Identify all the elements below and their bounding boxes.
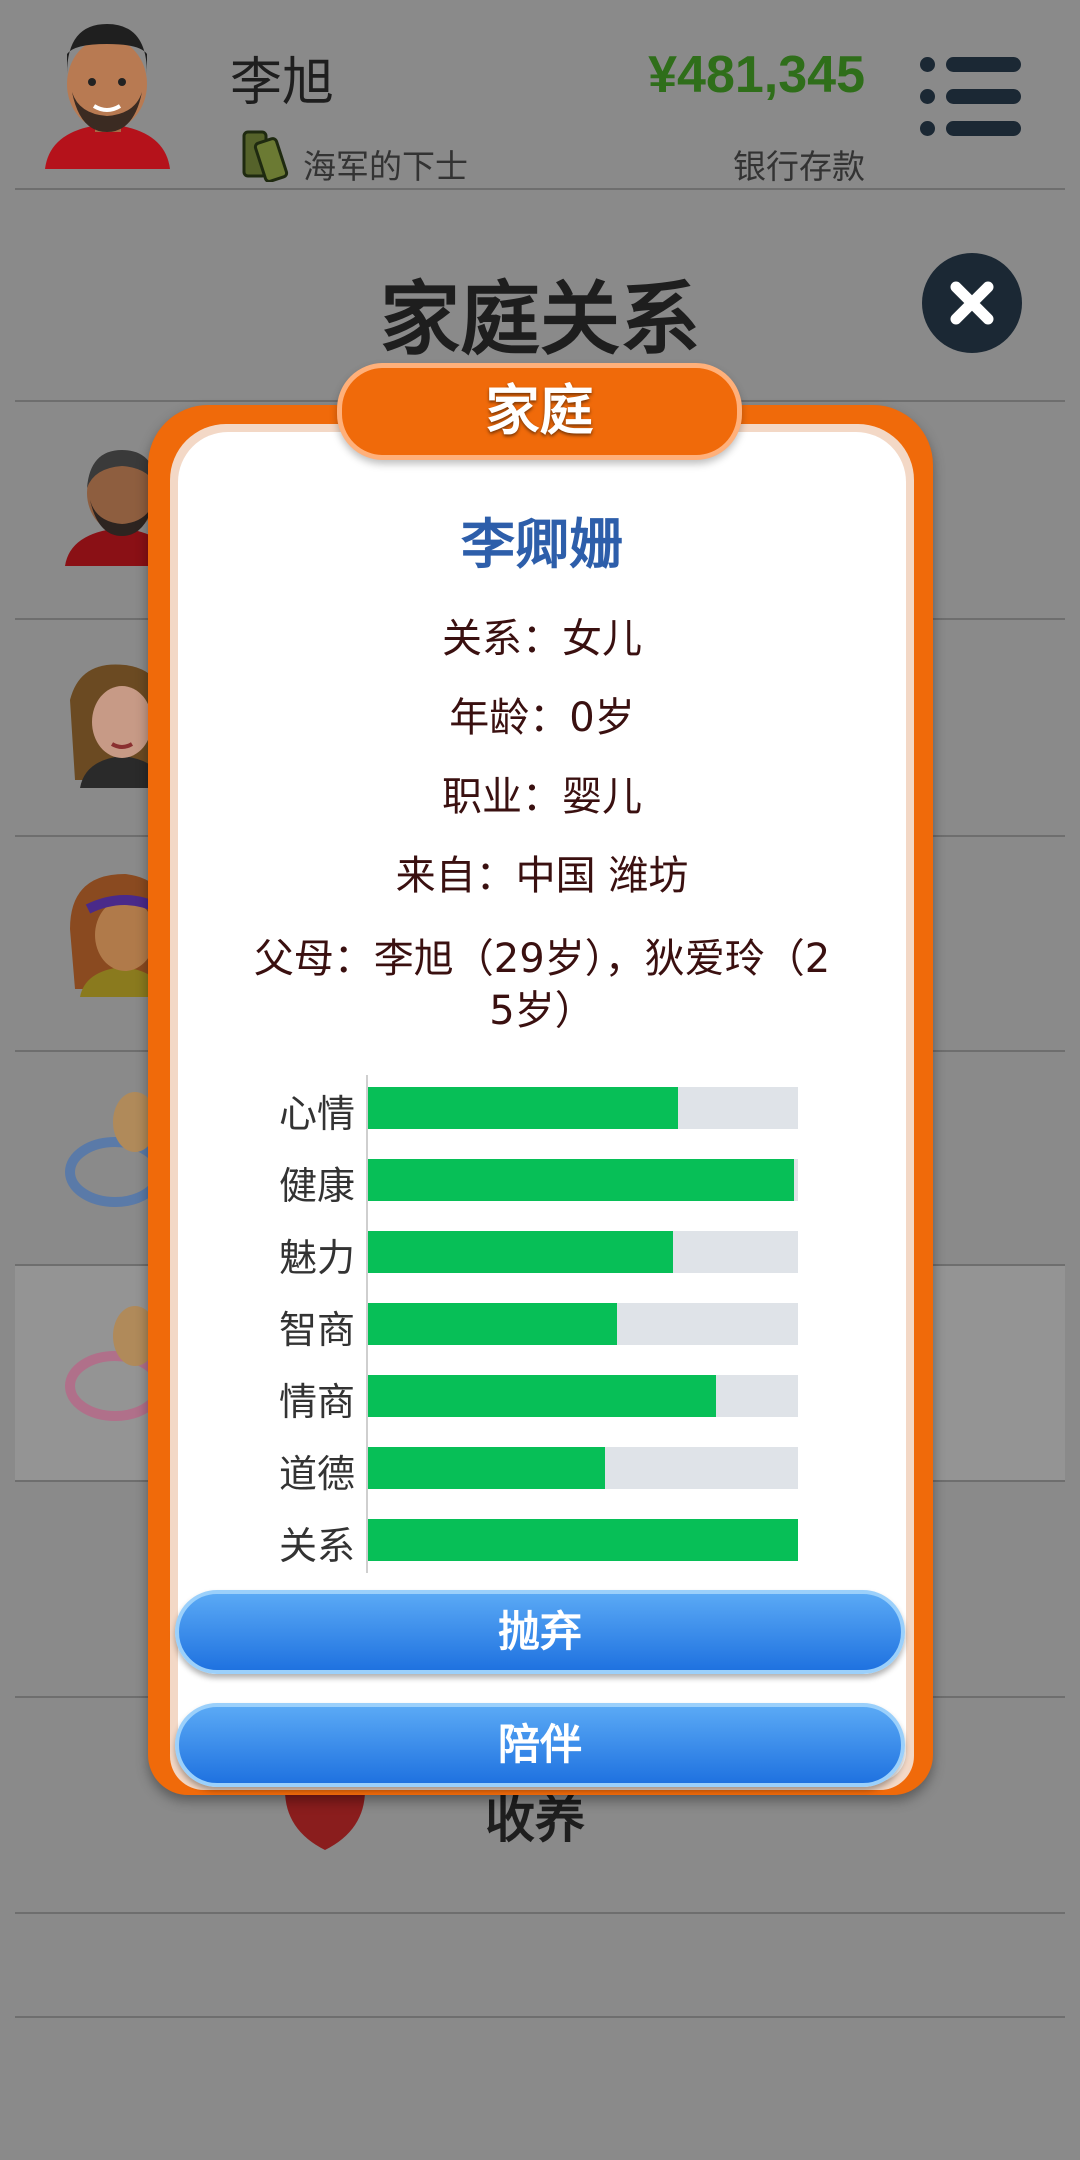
- stat-label-relationship: 关系: [278, 1524, 355, 1568]
- member-relation: 关系：女儿: [442, 616, 642, 662]
- player-rank: 海军的下士: [303, 147, 468, 186]
- stat-bar-iq: [368, 1303, 798, 1345]
- stat-bar-health: [368, 1159, 798, 1201]
- stat-label-eq: 情商: [278, 1380, 355, 1424]
- divider: [15, 188, 1065, 190]
- member-parents-cont: 5岁）: [489, 988, 595, 1034]
- bank-balance: ¥481,345: [648, 46, 865, 104]
- member-origin: 来自：中国 潍坊: [395, 853, 689, 899]
- accompany-button-label: 陪伴: [497, 1720, 582, 1769]
- stat-label-charm: 魅力: [278, 1236, 355, 1280]
- stat-label-iq: 智商: [278, 1308, 355, 1352]
- stat-label-health: 健康: [278, 1164, 355, 1208]
- player-name: 李旭: [230, 53, 335, 113]
- top-bar: 李旭 海军的下士 ¥481,345 银行存款: [0, 0, 1080, 190]
- rank-badge-icon: [242, 130, 289, 182]
- bank-balance-label: 银行存款: [733, 147, 865, 186]
- stat-bar-charm: [368, 1231, 798, 1273]
- close-icon: [950, 281, 994, 325]
- player-avatar[interactable]: [40, 14, 175, 174]
- abandon-button-label: 抛弃: [497, 1607, 582, 1656]
- dialog-title: 家庭: [485, 379, 594, 442]
- member-age: 年龄：0岁: [449, 695, 635, 741]
- stat-bar-relationship: [368, 1519, 798, 1561]
- close-button[interactable]: [922, 253, 1022, 353]
- stat-label-morality: 道德: [278, 1452, 355, 1496]
- menu-icon[interactable]: [920, 55, 1025, 137]
- dialog-header-tab: 家庭: [337, 363, 742, 460]
- member-parents: 父母：李旭（29岁），狄爱玲（2: [253, 936, 831, 982]
- divider: [15, 1912, 1065, 1914]
- divider: [15, 2016, 1065, 2018]
- member-occupation: 职业：婴儿: [442, 774, 642, 820]
- stat-label-mood: 心情: [278, 1092, 355, 1136]
- stat-bar-morality: [368, 1447, 798, 1489]
- abandon-button[interactable]: 抛弃: [175, 1590, 905, 1674]
- page-title: 家庭关系: [380, 273, 700, 366]
- stat-bar-eq: [368, 1375, 798, 1417]
- adopt-heart-icon: [285, 1790, 365, 1850]
- accompany-button[interactable]: 陪伴: [175, 1703, 905, 1787]
- stat-bar-mood: [368, 1087, 798, 1129]
- member-name: 李卿姗: [461, 513, 623, 576]
